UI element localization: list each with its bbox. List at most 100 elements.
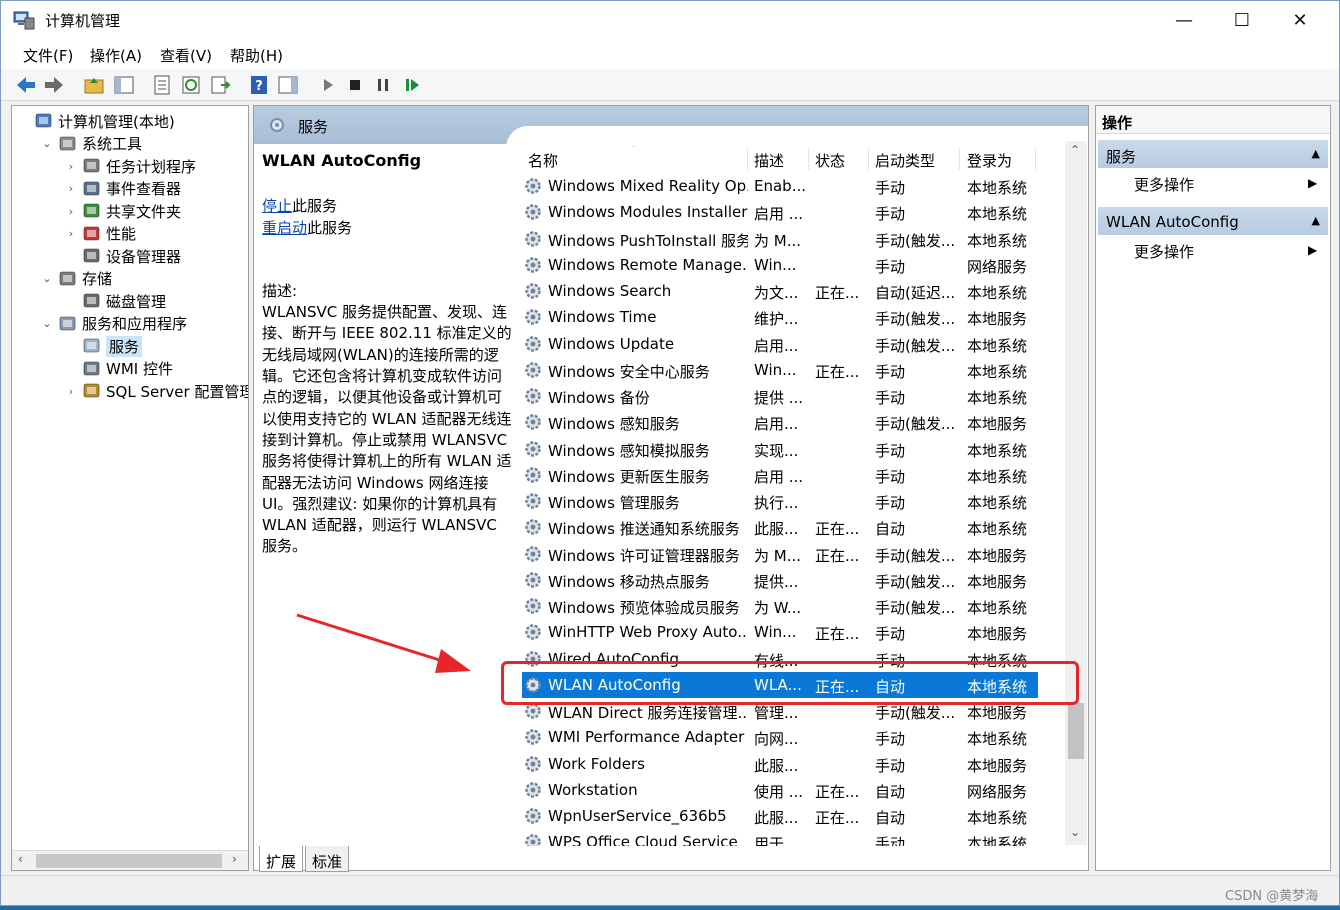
tab-extended[interactable]: 扩展 bbox=[259, 846, 304, 872]
column-header-status[interactable]: 状态 bbox=[815, 146, 845, 172]
service-row[interactable]: Windows 备份 提供 ... 手动 本地系统 bbox=[522, 383, 1038, 409]
service-row[interactable]: WpnUserService_636b5 此服... 正在... 自动 本地系统 bbox=[522, 803, 1038, 829]
service-row[interactable]: WPS Office Cloud Service 用于... 手动 本地系统 bbox=[522, 829, 1038, 846]
tree-item[interactable]: WMI 控件 bbox=[64, 358, 173, 380]
column-separator[interactable] bbox=[747, 148, 748, 170]
service-row[interactable]: Windows 安全中心服务 Win... 正在... 手动 本地系统 bbox=[522, 357, 1038, 383]
service-row[interactable]: Windows Remote Manage... Win... 手动 网络服务 bbox=[522, 252, 1038, 278]
column-header-log-on-as[interactable]: 登录为 bbox=[967, 146, 1012, 172]
tree-item[interactable]: ⌄ 系统工具 bbox=[40, 133, 142, 155]
tree-item[interactable]: 设备管理器 bbox=[64, 245, 181, 267]
forward-icon[interactable] bbox=[43, 74, 65, 96]
close-button[interactable]: ✕ bbox=[1271, 1, 1329, 39]
collapse-chevron-icon[interactable]: › bbox=[64, 182, 78, 195]
tree-item[interactable]: › 共享文件夹 bbox=[64, 200, 181, 222]
service-row[interactable]: Windows Mixed Reality Op... Enab... 手动 本地系统 bbox=[522, 173, 1038, 199]
tree-item[interactable]: › 任务计划程序 bbox=[64, 155, 196, 177]
expand-chevron-icon[interactable]: ⌄ bbox=[40, 272, 54, 285]
stop-service-line: 停止此服务 bbox=[262, 196, 514, 217]
service-row[interactable]: Windows 感知模拟服务 实现... 手动 本地系统 bbox=[522, 436, 1038, 462]
collapse-chevron-icon[interactable]: › bbox=[64, 385, 78, 398]
service-status-cell: 正在... bbox=[815, 520, 860, 539]
properties-icon[interactable] bbox=[151, 74, 173, 96]
tree-horizontal-scrollbar[interactable]: ‹ › bbox=[12, 850, 248, 870]
menu-file[interactable]: 文件(F) bbox=[23, 45, 73, 66]
service-desc-cell: Enab... bbox=[754, 177, 806, 195]
column-header-startup-type[interactable]: 启动类型 bbox=[875, 146, 935, 172]
column-header-description[interactable]: 描述 bbox=[754, 146, 784, 172]
tree-item[interactable]: 服务 bbox=[64, 335, 143, 357]
tree-item[interactable]: ⌄ 服务和应用程序 bbox=[40, 313, 187, 335]
collapse-chevron-icon[interactable]: › bbox=[64, 205, 78, 218]
show-hide-console-tree-icon[interactable] bbox=[113, 74, 135, 96]
menu-help[interactable]: 帮助(H) bbox=[230, 45, 283, 66]
service-gear-icon bbox=[523, 544, 543, 564]
service-row[interactable]: Work Folders 此服... 手动 本地服务 bbox=[522, 751, 1038, 777]
more-actions-wlan[interactable]: 更多操作 bbox=[1134, 241, 1194, 262]
restart-service-icon[interactable] bbox=[401, 74, 423, 96]
maximize-button[interactable]: ☐ bbox=[1213, 1, 1271, 39]
service-row[interactable]: Windows Search 为文... 正在... 自动(延迟... 本地系统 bbox=[522, 278, 1038, 304]
back-icon[interactable] bbox=[15, 74, 37, 96]
service-row[interactable]: Windows 感知服务 启用... 手动(触发... 本地服务 bbox=[522, 409, 1038, 435]
expand-chevron-icon[interactable]: ⌄ bbox=[40, 137, 54, 150]
menu-view[interactable]: 查看(V) bbox=[160, 45, 212, 66]
column-separator[interactable] bbox=[1035, 148, 1036, 170]
service-row[interactable]: Windows 许可证管理器服务为 M... 正在... 手动(触发... 本地服务 bbox=[522, 541, 1038, 567]
minimize-button[interactable]: — bbox=[1155, 1, 1213, 39]
service-row[interactable]: Windows 推送通知系统服务 此服... 正在... 自动 本地系统 bbox=[522, 514, 1038, 540]
service-gear-icon bbox=[523, 360, 543, 380]
service-row[interactable]: Windows PushToInstall 服务为 M... 手动(触发... 本地… bbox=[522, 226, 1038, 252]
up-folder-icon[interactable] bbox=[83, 74, 105, 96]
service-row[interactable]: Windows 移动热点服务 提供... 手动(触发... 本地服务 bbox=[522, 567, 1038, 593]
service-row[interactable]: Windows Update 启用... 手动(触发... 本地系统 bbox=[522, 331, 1038, 357]
service-row[interactable]: Windows Modules Installer 启用 ... 手动 本地系统 bbox=[522, 199, 1038, 225]
tree-item[interactable]: › 事件查看器 bbox=[64, 178, 181, 200]
tree-item[interactable]: › SQL Server 配置管理器 bbox=[64, 380, 248, 402]
service-row[interactable]: Windows 更新医生服务 启用 ... 手动 本地系统 bbox=[522, 462, 1038, 488]
scroll-up-icon[interactable]: ⌃ bbox=[1070, 143, 1080, 157]
restart-service-link[interactable]: 重启动 bbox=[262, 219, 307, 237]
service-row[interactable]: WinHTTP Web Proxy Auto... Win... 正在... 手动 本地… bbox=[522, 619, 1038, 645]
stop-service-icon[interactable] bbox=[344, 74, 366, 96]
export-list-icon[interactable] bbox=[209, 74, 231, 96]
scroll-right-icon[interactable]: › bbox=[232, 852, 237, 866]
column-separator[interactable] bbox=[868, 148, 869, 170]
more-actions-services[interactable]: 更多操作 bbox=[1134, 174, 1194, 195]
service-row[interactable]: Windows 预览体验成员服务为 W... 手动(触发... 本地系统 bbox=[522, 593, 1038, 619]
tree-item[interactable]: ⌄ 存储 bbox=[40, 268, 112, 290]
start-service-icon[interactable] bbox=[317, 74, 339, 96]
column-separator[interactable] bbox=[959, 148, 960, 170]
refresh-icon[interactable] bbox=[180, 74, 202, 96]
service-row[interactable]: Windows 管理服务 执行... 手动 本地系统 bbox=[522, 488, 1038, 514]
tab-standard[interactable]: 标准 bbox=[305, 846, 350, 872]
menu-action[interactable]: 操作(A) bbox=[90, 45, 142, 66]
tree-item[interactable]: 计算机管理(本地) bbox=[16, 110, 175, 132]
actions-group-wlan[interactable]: WLAN AutoConfig ▲ bbox=[1098, 207, 1328, 235]
scroll-down-icon[interactable]: ⌄ bbox=[1070, 825, 1080, 839]
scrollbar-thumb[interactable] bbox=[1068, 703, 1084, 759]
service-row[interactable]: Workstation 使用 ... 正在... 自动 网络服务 bbox=[522, 777, 1038, 803]
column-header-name[interactable]: 名称 bbox=[528, 146, 558, 172]
stop-service-link[interactable]: 停止 bbox=[262, 197, 292, 215]
service-row[interactable]: WMI Performance Adapter 向网... 手动 本地系统 bbox=[522, 724, 1038, 750]
help-icon[interactable]: ? bbox=[248, 74, 270, 96]
tree-item[interactable]: 磁盘管理 bbox=[64, 290, 166, 312]
collapse-icon[interactable]: ▲ bbox=[1312, 214, 1320, 227]
expand-chevron-icon[interactable]: ⌄ bbox=[40, 317, 54, 330]
service-logon-cell: 本地服务 bbox=[967, 546, 1028, 565]
service-row[interactable]: Windows Time 维护... 手动(触发... 本地服务 bbox=[522, 304, 1038, 330]
services-vertical-scrollbar[interactable]: ⌃ ⌄ bbox=[1065, 141, 1087, 845]
show-action-pane-icon[interactable] bbox=[277, 74, 299, 96]
scroll-left-icon[interactable]: ‹ bbox=[18, 852, 23, 866]
pause-service-icon[interactable] bbox=[372, 74, 394, 96]
collapse-chevron-icon[interactable]: › bbox=[64, 160, 78, 173]
scrollbar-thumb[interactable] bbox=[36, 854, 222, 868]
actions-group-label: 服务 bbox=[1106, 148, 1137, 166]
column-separator[interactable] bbox=[808, 148, 809, 170]
collapse-chevron-icon[interactable]: › bbox=[64, 227, 78, 240]
service-gear-icon bbox=[523, 255, 543, 275]
actions-group-services[interactable]: 服务 ▲ bbox=[1098, 140, 1328, 168]
tree-item[interactable]: › 性能 bbox=[64, 223, 136, 245]
collapse-icon[interactable]: ▲ bbox=[1312, 147, 1320, 160]
